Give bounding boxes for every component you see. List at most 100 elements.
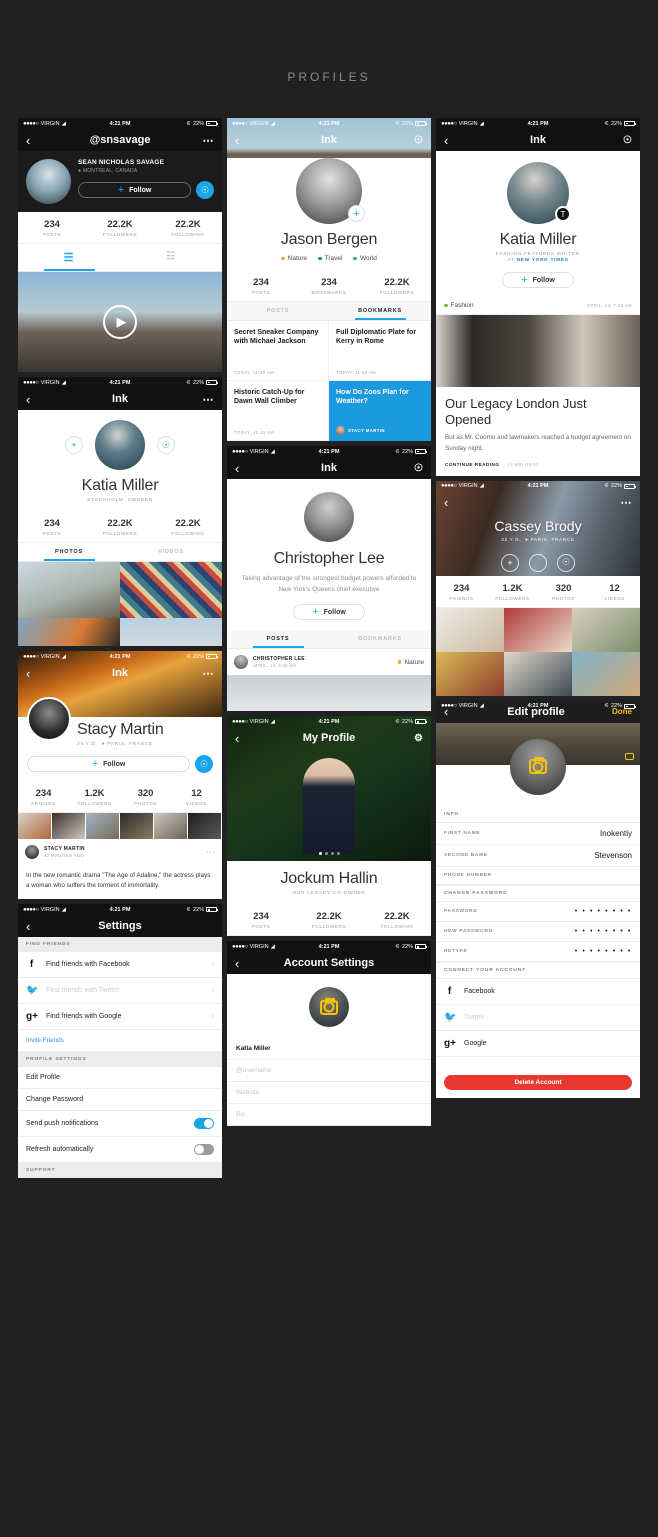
message-icon[interactable]: ☉ (616, 135, 632, 146)
photo-tile[interactable] (571, 651, 640, 696)
article-image[interactable] (436, 315, 640, 387)
bookmark-card[interactable]: Secret Sneaker Company with Michael Jack… (227, 321, 329, 381)
thumbnail[interactable] (52, 813, 86, 839)
field-password[interactable]: PASSWORD • • • • • • • • (436, 901, 640, 922)
add-friend-button[interactable]: + (65, 436, 83, 454)
message-button[interactable]: ☉ (195, 755, 213, 773)
play-button[interactable]: ▶ (103, 305, 137, 339)
photo-tile[interactable] (18, 618, 120, 646)
settings-icon[interactable]: ⚙ (407, 733, 423, 744)
post-more-icon[interactable]: ⋯ (206, 847, 215, 858)
toggle-push-notifications[interactable] (194, 1118, 214, 1130)
thumbnail[interactable] (188, 813, 222, 839)
back-button[interactable]: ‹ (235, 133, 251, 148)
tab-bookmarks[interactable]: BOOKMARKS (329, 302, 431, 320)
input-username[interactable]: @username (227, 1060, 431, 1083)
carousel-dots[interactable] (227, 852, 431, 856)
tag-world[interactable]: World (353, 255, 377, 262)
avatar[interactable] (510, 738, 566, 795)
thumbnail[interactable] (120, 813, 154, 839)
camera-icon[interactable] (529, 757, 547, 775)
article-title[interactable]: Our Legacy London Just Opened (445, 396, 631, 427)
message-button[interactable]: ☉ (557, 553, 575, 572)
delete-account-button[interactable]: Delete Account (444, 1074, 632, 1090)
tab-posts[interactable]: POSTS (227, 630, 329, 649)
post-tag[interactable]: Nature (397, 659, 424, 666)
back-button[interactable]: ‹ (235, 731, 251, 746)
row-push-notifications[interactable]: Send push notifications (18, 1111, 222, 1138)
camera-icon[interactable] (320, 997, 338, 1015)
tag-nature[interactable]: Nature (281, 255, 307, 262)
like-button[interactable]: ♡ (529, 553, 547, 572)
article-tag[interactable]: Fashion (444, 302, 474, 309)
thumbnail[interactable] (18, 813, 52, 839)
back-button[interactable]: ‹ (26, 919, 42, 934)
avatar[interactable] (27, 697, 71, 741)
back-button[interactable]: ‹ (26, 392, 42, 407)
back-button[interactable]: ‹ (235, 461, 251, 476)
more-options-icon[interactable]: ⋯ (198, 667, 214, 680)
follow-button[interactable]: + Follow (27, 756, 190, 772)
continue-reading-button[interactable]: CONTINUE READING (445, 462, 499, 467)
avatar[interactable] (95, 420, 145, 470)
camera-icon-cover[interactable] (625, 752, 634, 760)
post-image[interactable] (227, 675, 431, 712)
back-button[interactable]: ‹ (235, 956, 251, 971)
back-button[interactable]: ‹ (26, 666, 42, 681)
back-button[interactable]: ‹ (444, 133, 460, 148)
follow-button[interactable]: + Follow (293, 604, 365, 621)
follow-button[interactable]: + Follow (502, 272, 574, 288)
bookmark-card[interactable]: Historic Catch-Up for Dawn Wall Climber … (227, 381, 329, 441)
message-icon[interactable]: ☉ (407, 135, 423, 146)
field-second-name[interactable]: SECOND NAME Stevenson (436, 844, 640, 867)
avatar[interactable]: + (296, 158, 365, 224)
bookmark-card-highlighted[interactable]: How Do Zoos Plan for Weather? STACY MART… (329, 381, 431, 441)
row-find-friends-twitter[interactable]: 🐦 Find friends with Twitter › (18, 978, 222, 1005)
field-retype-password[interactable]: RETYPE • • • • • • • • (436, 941, 640, 962)
row-edit-profile[interactable]: Edit Profile (18, 1067, 222, 1090)
avatar[interactable] (304, 492, 354, 542)
more-options-icon[interactable]: ⋯ (198, 134, 214, 147)
back-button[interactable]: ‹ (444, 495, 460, 510)
video-cover[interactable]: ▶ (18, 272, 222, 372)
avatar[interactable] (234, 655, 248, 670)
toggle-refresh-automatically[interactable] (194, 1144, 214, 1156)
row-find-friends-facebook[interactable]: f Find friends with Facebook › (18, 952, 222, 979)
thumbnail[interactable] (86, 813, 120, 839)
row-connect-twitter[interactable]: 🐦 Twitter (436, 1004, 640, 1031)
field-new-password[interactable]: NEW PASSWORD • • • • • • • • (436, 921, 640, 942)
row-find-friends-google[interactable]: g+ Find friends with Google › (18, 1004, 222, 1031)
thumbnail[interactable] (154, 813, 188, 839)
input-website[interactable]: Website (227, 1082, 431, 1105)
tab-grid-view[interactable]: ☷ (120, 244, 222, 271)
photo-tile[interactable] (18, 562, 120, 618)
input-bio[interactable]: Bio (227, 1104, 431, 1127)
avatar[interactable]: T (507, 162, 571, 224)
avatar[interactable] (25, 845, 39, 859)
message-icon[interactable]: ☉ (407, 463, 423, 474)
photo-tile[interactable] (120, 618, 222, 646)
tab-posts[interactable]: POSTS (227, 302, 329, 320)
tab-photos[interactable]: PHOTOS (18, 543, 120, 561)
tab-bookmarks[interactable]: BOOKMARKS (329, 630, 431, 648)
row-connect-facebook[interactable]: f Facebook (436, 978, 640, 1005)
tab-list-view[interactable]: ☰ (18, 244, 120, 271)
row-change-password[interactable]: Change Password (18, 1089, 222, 1112)
field-first-name[interactable]: FIRST NAME Inokentiy (436, 822, 640, 845)
input-full-name[interactable]: Katia Miller (227, 1038, 431, 1061)
photo-tile[interactable] (503, 651, 572, 696)
row-connect-google[interactable]: g+ Google (436, 1030, 640, 1057)
back-button[interactable]: ‹ (26, 133, 42, 148)
message-button[interactable]: ☉ (196, 181, 214, 199)
photo-tile[interactable] (503, 607, 572, 652)
field-phone-number[interactable]: PHONE NUMBER (436, 866, 640, 885)
row-invite-friends[interactable]: Invite Friends (18, 1030, 222, 1053)
more-options-icon[interactable]: ⋯ (616, 496, 632, 509)
photo-tile[interactable] (436, 651, 504, 696)
avatar[interactable] (309, 987, 349, 1028)
avatar[interactable] (26, 159, 71, 204)
more-options-icon[interactable]: ⋯ (198, 393, 214, 406)
photo-tile[interactable] (571, 607, 640, 652)
photo-tile[interactable] (120, 562, 222, 618)
follow-button[interactable]: + Follow (78, 182, 191, 198)
